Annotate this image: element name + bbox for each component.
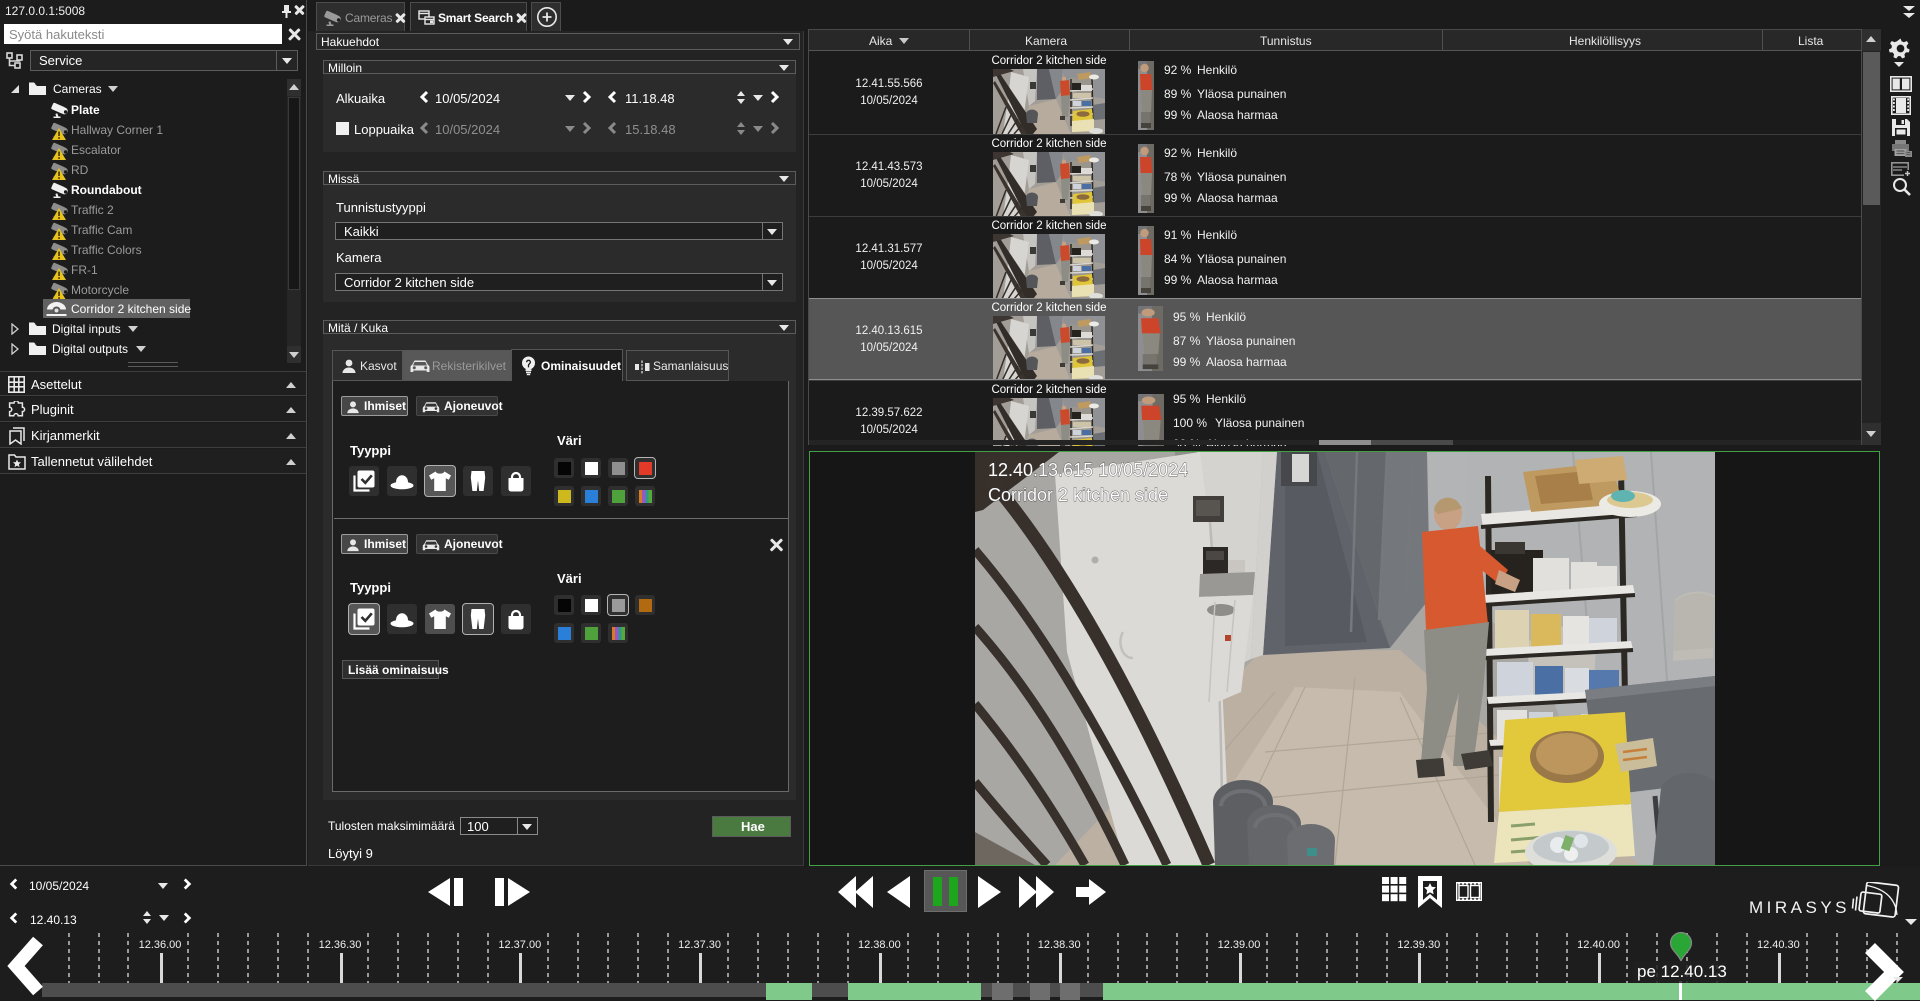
svg-text:Corridor 2 kitchen side: Corridor 2 kitchen side bbox=[988, 485, 1168, 505]
svg-text:12.40.13.615 10/05/2024: 12.40.13.615 10/05/2024 bbox=[988, 460, 1188, 480]
